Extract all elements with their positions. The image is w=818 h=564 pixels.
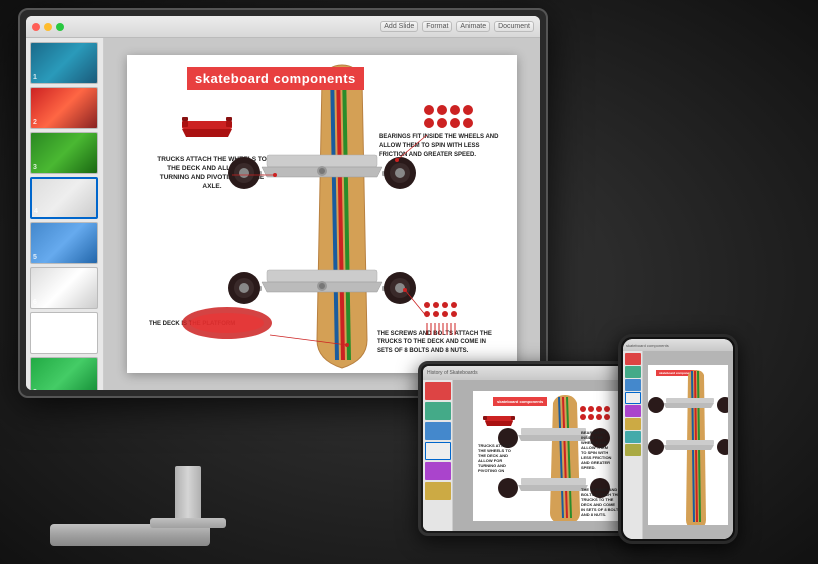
tablet-thumb-6[interactable] [425, 482, 451, 500]
phone-thumb-4-active[interactable] [625, 392, 641, 404]
phone-slide-area: skateboard components [643, 351, 733, 539]
phone-thumb-6[interactable] [625, 418, 641, 430]
phone-skateboard-mini [648, 365, 728, 525]
tablet-thumb-1[interactable] [425, 382, 451, 400]
phone-toolbar: skateboard components [623, 339, 733, 351]
phone-thumb-7[interactable] [625, 431, 641, 443]
tablet-thumb-3[interactable] [425, 422, 451, 440]
slide-thumb-3[interactable]: 3 [30, 132, 98, 174]
monitor: Add Slide Format Animate Document 1 2 3 … [18, 8, 548, 398]
monitor-stand-base [150, 518, 226, 528]
phone-thumb-2[interactable] [625, 366, 641, 378]
monitor-screen: Add Slide Format Animate Document 1 2 3 … [26, 16, 540, 390]
phone-thumb-3[interactable] [625, 379, 641, 391]
thumb-number-8: 8 [33, 389, 37, 390]
monitor-stand-neck [175, 466, 201, 526]
minimize-button[interactable] [44, 23, 52, 31]
slide-thumb-8[interactable]: 8 [30, 357, 98, 390]
tablet-thumb-2[interactable] [425, 402, 451, 420]
app-toolbar: Add Slide Format Animate Document [26, 16, 540, 38]
toolbar-add-slide[interactable]: Add Slide [380, 21, 418, 32]
slide-title: skateboard components [187, 67, 364, 90]
slide-thumb-1[interactable]: 1 [30, 42, 98, 84]
svg-text:SPEED.: SPEED. [581, 465, 596, 470]
tablet-skateboard-mini: TRUCKS ATTACH THE WHEELS TO THE DECK AND… [473, 391, 633, 521]
phone-thumb-5[interactable] [625, 405, 641, 417]
phone-screen: skateboard components skateboard compone… [623, 339, 733, 539]
slide-thumb-7[interactable]: 7 [30, 312, 98, 354]
slide-thumb-5[interactable]: 5 [30, 222, 98, 264]
thumb-number-7: 7 [33, 344, 37, 351]
close-button[interactable] [32, 23, 40, 31]
phone-thumb-1[interactable] [625, 353, 641, 365]
tablet-slide: skateboard components [473, 391, 633, 521]
maximize-button[interactable] [56, 23, 64, 31]
app-content: 1 2 3 4 5 6 7 [26, 38, 540, 390]
slide-canvas: skateboard components [104, 38, 540, 390]
thumb-number-6: 6 [33, 299, 37, 306]
slide-thumb-4[interactable]: 4 [30, 177, 98, 219]
slide-panel[interactable]: 1 2 3 4 5 6 7 [26, 38, 104, 390]
toolbar-document[interactable]: Document [494, 21, 534, 32]
slide-main[interactable]: skateboard components [127, 55, 517, 373]
slide-thumb-2[interactable]: 2 [30, 87, 98, 129]
tablet-sidebar[interactable] [423, 380, 453, 531]
tablet-thumb-5[interactable] [425, 462, 451, 480]
phone-content: skateboard components [623, 351, 733, 539]
svg-text:AND 8 NUTS.: AND 8 NUTS. [581, 512, 606, 517]
phone-thumb-8[interactable] [625, 444, 641, 456]
toolbar-format[interactable]: Format [422, 21, 452, 32]
svg-text:PIVOTING ON: PIVOTING ON [478, 468, 504, 473]
toolbar-animate[interactable]: Animate [456, 21, 490, 32]
tablet-thumb-4-active[interactable] [425, 442, 451, 460]
phone-device: skateboard components skateboard compone… [618, 334, 738, 544]
thumb-number-2: 2 [33, 119, 37, 126]
phone-sidebar[interactable] [623, 351, 643, 539]
thumb-number-5: 5 [33, 254, 37, 261]
thumb-number-1: 1 [33, 74, 37, 81]
thumb-number-4: 4 [34, 208, 38, 215]
thumb-number-3: 3 [33, 164, 37, 171]
phone-title: skateboard components [626, 343, 669, 348]
skateboard-svg [127, 55, 517, 373]
phone-slide: skateboard components [648, 365, 728, 525]
slide-thumb-6[interactable]: 6 [30, 267, 98, 309]
